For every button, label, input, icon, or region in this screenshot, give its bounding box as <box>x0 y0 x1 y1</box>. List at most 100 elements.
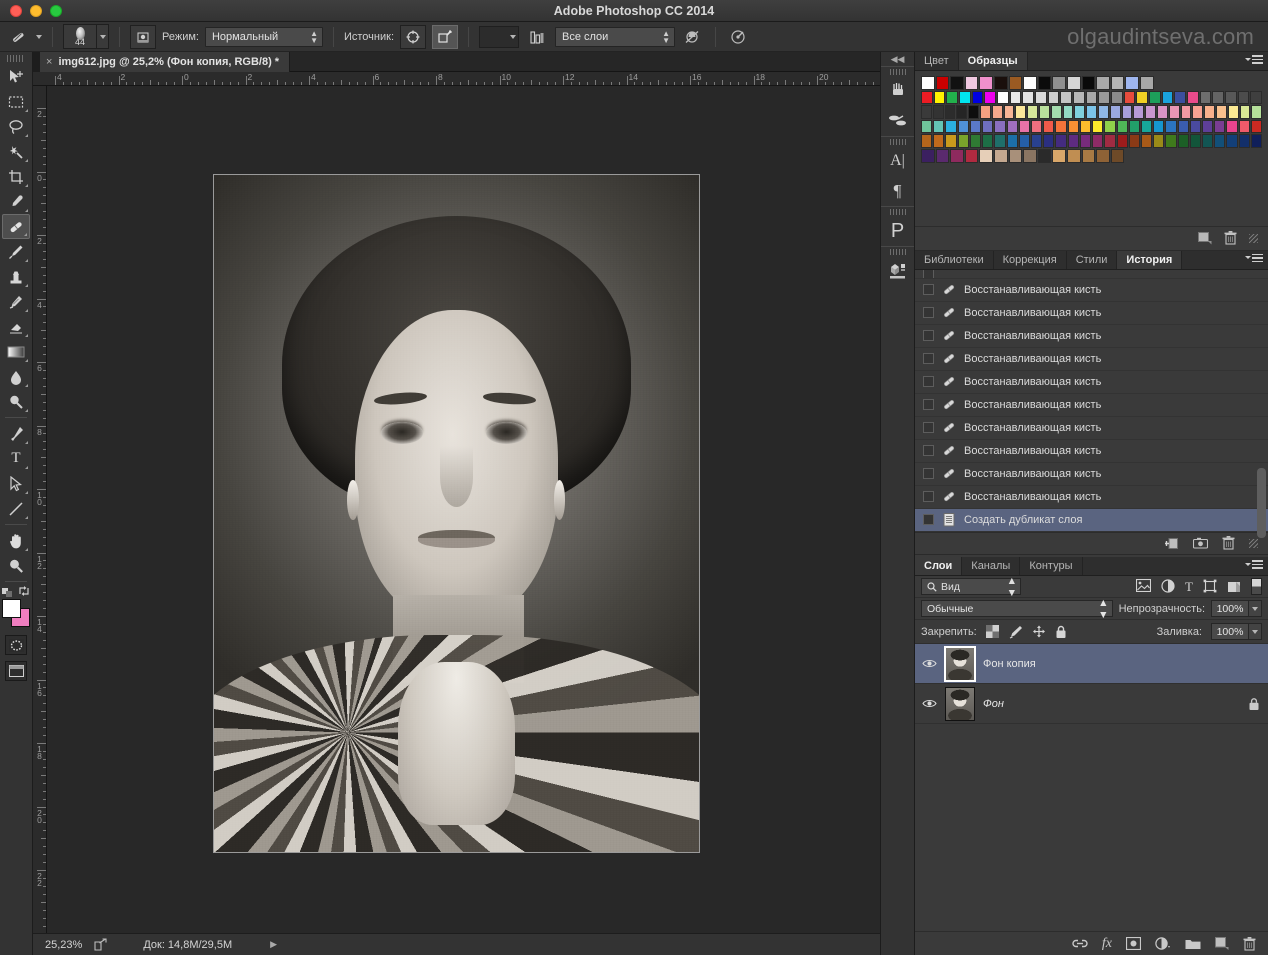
color-swatch[interactable] <box>993 148 1008 163</box>
brush-preview[interactable]: 44 <box>63 24 97 49</box>
color-swatch[interactable] <box>1096 76 1110 90</box>
panel-menu-icon[interactable] <box>1245 560 1263 569</box>
layer-name[interactable]: Фон копия <box>983 658 1036 670</box>
color-swatch[interactable] <box>968 105 979 119</box>
color-swatch[interactable] <box>994 119 1006 134</box>
color-swatch[interactable] <box>1111 90 1123 105</box>
color-swatch[interactable] <box>1250 119 1263 134</box>
color-swatch[interactable] <box>1214 119 1226 134</box>
color-swatch[interactable] <box>1086 105 1097 119</box>
color-swatch[interactable] <box>1116 119 1128 134</box>
marquee-tool[interactable] <box>2 89 30 114</box>
paths-panel-icon[interactable]: P <box>883 216 913 246</box>
color-swatch[interactable] <box>1092 119 1104 134</box>
blend-mode-select[interactable]: Нормальный ▲ ▼ <box>204 26 323 47</box>
history-state-row[interactable]: Восстанавливающая кисть <box>915 463 1268 486</box>
color-swatch[interactable] <box>1097 105 1109 119</box>
filter-enable-toggle[interactable] <box>1251 578 1262 595</box>
new-group-icon[interactable] <box>1185 938 1201 950</box>
layer-visibility-eye-icon[interactable] <box>921 656 937 672</box>
tab-color[interactable]: Цвет <box>915 52 959 70</box>
color-swatch[interactable] <box>1226 134 1238 148</box>
delete-layer-icon[interactable] <box>1243 936 1256 951</box>
history-snapshot-checkbox[interactable] <box>923 284 934 296</box>
color-swatch[interactable] <box>1062 105 1074 119</box>
color-swatch[interactable] <box>1226 119 1238 134</box>
layer-style-fx-icon[interactable]: fx <box>1102 936 1112 952</box>
color-swatch[interactable] <box>1189 134 1202 148</box>
color-swatch[interactable] <box>1067 119 1079 134</box>
close-icon[interactable]: × <box>46 56 52 68</box>
history-state-row[interactable]: Восстанавливающая кисть <box>915 394 1268 417</box>
color-swatch[interactable] <box>921 76 935 90</box>
type-tool[interactable]: T <box>2 446 30 471</box>
color-swatch[interactable] <box>1149 90 1161 105</box>
layer-thumbnail[interactable] <box>944 645 976 682</box>
color-swatch[interactable] <box>1168 105 1180 119</box>
color-swatch[interactable] <box>1180 105 1192 119</box>
pen-tool[interactable] <box>2 421 30 446</box>
color-swatch[interactable] <box>1250 134 1263 148</box>
pattern-picker[interactable] <box>479 25 519 48</box>
color-swatch[interactable] <box>1098 90 1111 105</box>
color-swatch[interactable] <box>1104 134 1116 148</box>
zoom-level[interactable]: 25,23% <box>45 939 82 951</box>
color-swatch[interactable] <box>997 90 1009 105</box>
color-swatch[interactable] <box>959 90 971 105</box>
history-snapshot-checkbox[interactable] <box>923 376 934 388</box>
color-swatch[interactable] <box>1066 76 1081 90</box>
color-swatch[interactable] <box>1123 90 1136 105</box>
color-swatch[interactable] <box>979 76 993 90</box>
history-state-partial[interactable] <box>915 269 1268 279</box>
color-swatch[interactable] <box>1174 90 1187 105</box>
hand-tool[interactable] <box>2 528 30 553</box>
color-swatch[interactable] <box>1073 90 1085 105</box>
color-swatch[interactable] <box>1128 134 1140 148</box>
color-swatch[interactable] <box>921 148 935 163</box>
eyedropper-tool[interactable] <box>2 189 30 214</box>
ignore-adjustment-layers-icon[interactable] <box>681 25 705 49</box>
color-swatch[interactable] <box>1165 119 1177 134</box>
color-swatch[interactable] <box>1251 105 1263 119</box>
color-swatch[interactable] <box>1177 119 1189 134</box>
color-swatch[interactable] <box>964 148 979 163</box>
shape-filter-icon[interactable] <box>1203 579 1217 595</box>
color-swatch[interactable] <box>1074 105 1086 119</box>
history-state-row[interactable]: Создать дубликат слоя <box>915 508 1268 532</box>
color-swatch[interactable] <box>984 90 997 105</box>
color-swatch[interactable] <box>1189 119 1202 134</box>
history-state-row[interactable]: Восстанавливающая кисть <box>915 417 1268 440</box>
color-swatch[interactable] <box>1250 90 1263 105</box>
color-swatch[interactable] <box>1140 134 1153 148</box>
color-swatch[interactable] <box>1096 148 1110 163</box>
color-swatch[interactable] <box>1023 148 1037 163</box>
color-swatch[interactable] <box>1215 105 1227 119</box>
color-swatch[interactable] <box>1066 148 1081 163</box>
horizontal-ruler[interactable]: 4 2 0 2 4 6 8 10 12 14 16 18 20 <box>33 72 880 86</box>
color-swatch[interactable] <box>1022 90 1035 105</box>
3d-panel-icon[interactable] <box>883 256 913 286</box>
panel-drag-handle[interactable] <box>889 69 906 75</box>
toolbar-drag-handle[interactable] <box>7 55 25 62</box>
color-swatch[interactable] <box>1079 134 1092 148</box>
adjustment-filter-icon[interactable] <box>1161 578 1175 595</box>
tab-libraries[interactable]: Библиотеки <box>915 250 994 269</box>
opacity-value[interactable]: 100% <box>1211 600 1249 617</box>
color-swatch[interactable] <box>1110 148 1125 163</box>
history-state-list[interactable]: Восстанавливающая кисть Восстанавливающая… <box>915 269 1268 538</box>
history-snapshot-checkbox[interactable] <box>923 514 934 526</box>
move-tool[interactable] <box>2 64 30 89</box>
color-swatch[interactable] <box>1125 76 1139 90</box>
sample-select[interactable]: Все слои ▲ ▼ <box>555 26 675 47</box>
color-swatch[interactable] <box>933 119 945 134</box>
color-swatch[interactable] <box>1008 76 1023 90</box>
swap-colors-icon[interactable] <box>18 585 30 597</box>
history-state-row[interactable]: Восстанавливающая кисть <box>915 440 1268 463</box>
layer-list[interactable]: Фон копия Фон <box>915 644 1268 724</box>
brush-size-picker[interactable]: 44 <box>63 24 109 49</box>
color-swatch[interactable] <box>1133 105 1145 119</box>
fill-value[interactable]: 100% <box>1211 623 1249 640</box>
color-swatch[interactable] <box>982 119 994 134</box>
panel-drag-handle[interactable] <box>889 209 906 215</box>
color-swatch[interactable] <box>1043 119 1055 134</box>
